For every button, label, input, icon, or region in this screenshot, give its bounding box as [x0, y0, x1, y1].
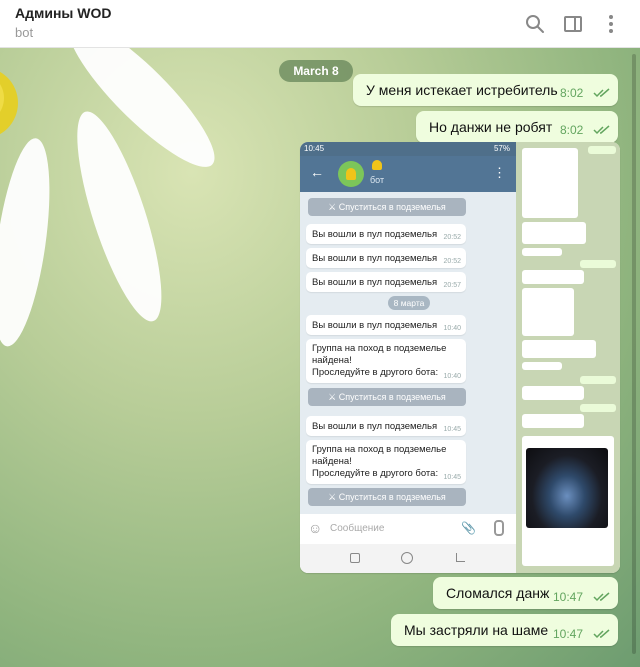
- back-nav-icon: [456, 553, 465, 562]
- phone-menu-icon: ⋮: [493, 165, 506, 180]
- bell-icon: [372, 160, 382, 170]
- dungeon-gate-image: [526, 448, 608, 528]
- phone-nav-bar: [300, 544, 516, 573]
- phone-message: Вы вошли в пул подземелья 20:52: [306, 224, 466, 244]
- chat-title[interactable]: Админы WOD: [15, 5, 111, 21]
- message-text: Сломался данж: [446, 585, 550, 601]
- phone-screenshot[interactable]: 10:45 57% ← бот ⋮ ⚔ Спуститься в подземе…: [300, 142, 516, 573]
- date-separator: March 8: [279, 60, 353, 82]
- message-time: 10:47: [553, 627, 584, 641]
- phone-message: Вы вошли в пул подземелья 10:40: [306, 315, 466, 335]
- mini-message: [522, 222, 586, 244]
- mini-message: [522, 386, 584, 400]
- phone-message: Группа на поход в подземелье найдена! Пр…: [306, 440, 466, 484]
- chat-area[interactable]: March 8 У меня истекает истребитель 8:02…: [0, 48, 640, 667]
- chat-subtitle: bot: [15, 25, 34, 40]
- phone-message: Вы вошли в пул подземелья 20:52: [306, 248, 466, 268]
- mini-message: [522, 270, 584, 284]
- message-time: 8:02: [560, 123, 584, 137]
- dungeon-button: ⚔ Спуститься в подземелья: [308, 198, 466, 216]
- sidebar-toggle-icon[interactable]: [562, 13, 584, 35]
- phone-status-bar: 10:45 57%: [300, 142, 516, 156]
- double-check-icon: [593, 629, 610, 639]
- chat-header: Админы WOD bot: [0, 0, 640, 48]
- phone-input-bar: ☺ Сообщение 📎: [300, 514, 516, 544]
- double-check-icon: [593, 88, 610, 98]
- attach-icon: 📎: [461, 521, 476, 535]
- phone-bot-name: бот: [370, 175, 385, 185]
- message-time: 8:02: [560, 86, 584, 100]
- screenshot-collage: [516, 142, 620, 573]
- back-arrow-icon: ←: [310, 164, 324, 180]
- phone-status-time: 10:45: [304, 144, 325, 153]
- message-bubble[interactable]: Но данжи не робят 8:02: [416, 111, 618, 143]
- message-bubble[interactable]: У меня истекает истребитель 8:02: [353, 74, 618, 106]
- message-text: У меня истекает истребитель: [366, 82, 558, 98]
- phone-battery: 57%: [493, 144, 510, 153]
- dungeon-button: ⚔ Спуститься в подземелья: [308, 388, 466, 406]
- dungeon-button: ⚔ Спуститься в подземелья: [308, 488, 466, 506]
- daisy-wallpaper: [0, 48, 215, 347]
- message-bubble[interactable]: Мы застряли на шаме 10:47: [391, 614, 618, 646]
- message-text: Мы застряли на шаме: [404, 622, 549, 638]
- mini-message: [522, 340, 596, 358]
- microphone-icon: [494, 520, 504, 536]
- phone-message: Вы вошли в пул подземелья 10:45: [306, 416, 466, 436]
- search-icon[interactable]: [524, 13, 546, 35]
- mini-message: [580, 376, 616, 384]
- phone-date-separator: 8 марта: [388, 296, 430, 310]
- phone-message: Вы вошли в пул подземелья 20:57: [306, 272, 466, 292]
- mini-message: [588, 146, 616, 154]
- emoji-icon: ☺: [308, 520, 323, 536]
- mini-message: [580, 260, 616, 268]
- scrollbar[interactable]: [632, 54, 636, 654]
- message-text: Но данжи не робят: [429, 119, 553, 135]
- mini-message: [522, 414, 584, 428]
- more-options-icon[interactable]: [600, 13, 622, 35]
- phone-message: Группа на поход в подземелье найдена! Пр…: [306, 339, 466, 383]
- double-check-icon: [593, 125, 610, 135]
- image-message[interactable]: 10:45 57% ← бот ⋮ ⚔ Спуститься в подземе…: [300, 142, 620, 573]
- mini-message: [580, 404, 616, 412]
- phone-chat-header: ← бот ⋮: [300, 156, 516, 192]
- mini-message: [522, 288, 574, 336]
- mini-message: [522, 148, 578, 218]
- double-check-icon: [593, 592, 610, 602]
- recent-apps-icon: [350, 553, 360, 563]
- message-bubble[interactable]: Сломался данж 10:47: [433, 577, 618, 609]
- mini-message: [522, 248, 562, 256]
- home-icon: [401, 552, 413, 564]
- bot-avatar: [338, 161, 364, 187]
- phone-input-placeholder: Сообщение: [330, 523, 385, 534]
- mini-message: [522, 362, 562, 370]
- message-time: 10:47: [553, 590, 584, 604]
